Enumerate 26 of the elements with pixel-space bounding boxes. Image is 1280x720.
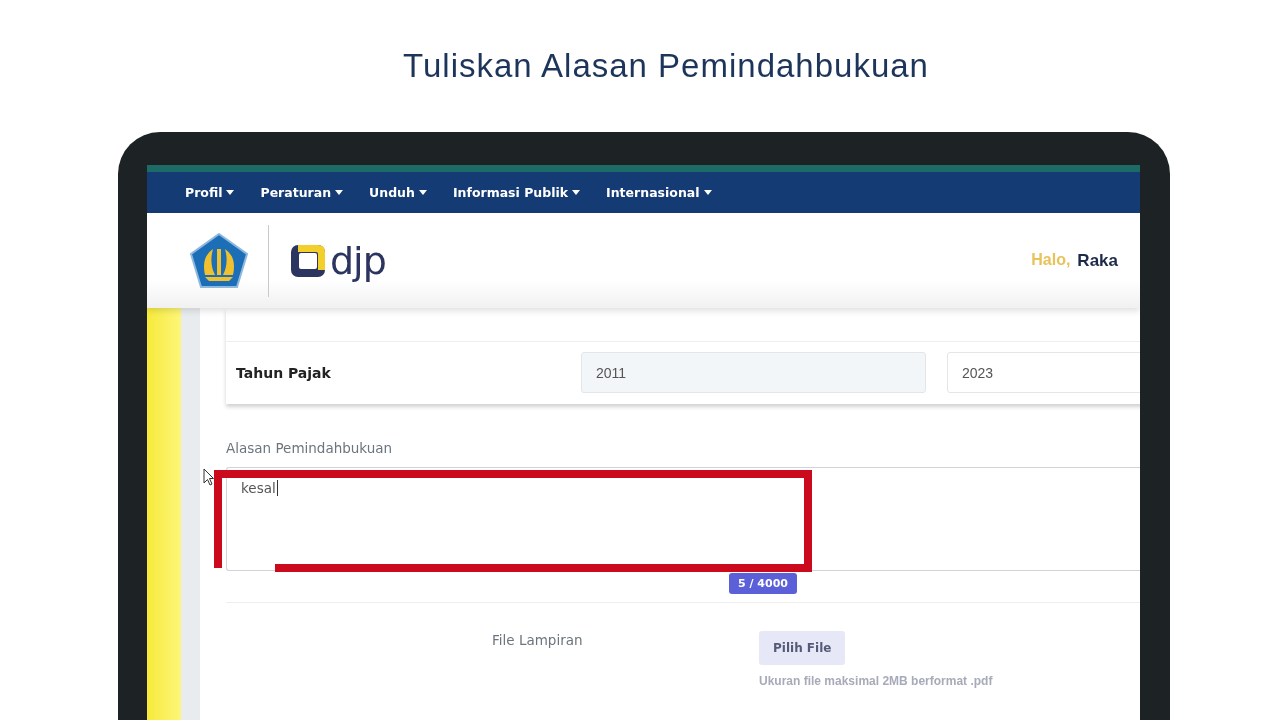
greeting-text: Halo, [1031,250,1071,270]
start-field[interactable]: 2011 [581,352,926,393]
cursor-icon [203,468,214,486]
field-label: Alasan Pemindahbukuan [226,440,394,456]
page-title: Tuliskan Alasan Pemindahbukuan [403,47,929,85]
character-counter: 5 / 4000 [729,573,797,594]
nav-menu-item[interactable]: Internasional [606,185,712,200]
nav-menu-item[interactable]: Informasi Publik [452,185,581,200]
caret-icon [418,190,427,195]
caret-icon [703,190,712,195]
logo-icon [289,242,327,279]
nav-menu-item[interactable]: Profil [185,185,235,200]
logo-text: djp [330,241,386,280]
nav-menu-item[interactable]: Peraturan [260,185,344,200]
field-label: File Lampiran [491,631,584,650]
reason-field[interactable]: kesal [226,467,1140,571]
nav-menu-item[interactable]: Unduh [369,185,427,200]
caret-icon [226,190,235,195]
user-name: Raka [1077,250,1118,271]
end-field[interactable]: 2023 [947,352,1140,393]
caret-icon [572,190,581,195]
caret-icon [335,190,344,195]
field-label: Tahun Pajak [236,364,332,381]
file-hint: Ukuran file maksimal 2MB berformat .pdf [759,674,994,688]
emblem-icon [189,232,249,289]
choose-file-button[interactable]: Pilih File [759,631,846,665]
